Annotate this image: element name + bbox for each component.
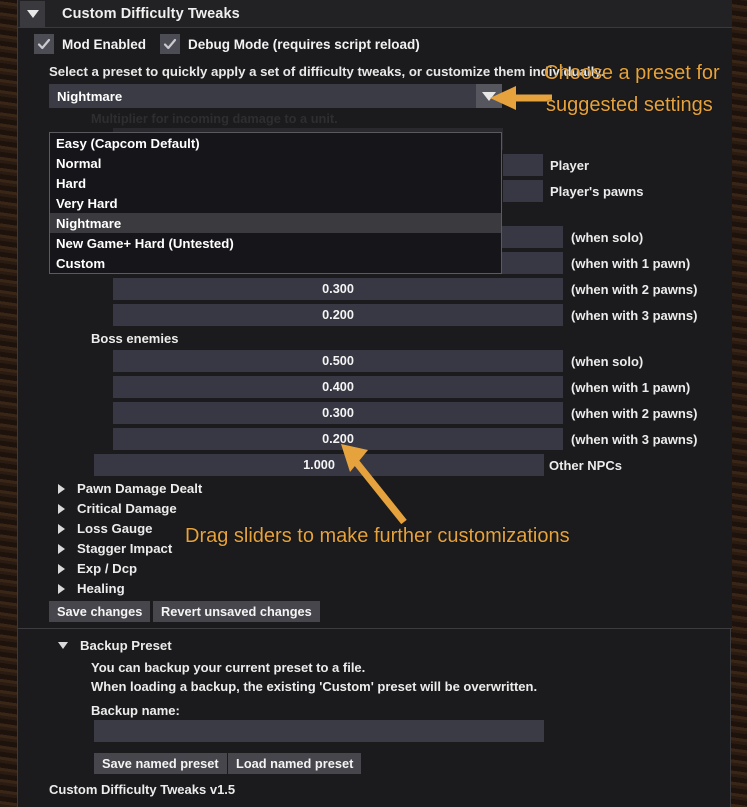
- check-icon: [163, 37, 177, 51]
- save-named-preset-button[interactable]: Save named preset: [94, 753, 227, 774]
- normal-enemy-3pawns-label: (when with 3 pawns): [571, 308, 697, 323]
- version-text: Custom Difficulty Tweaks v1.5: [49, 782, 235, 797]
- triangle-right-icon: [58, 524, 65, 534]
- boss-enemy-2pawns-slider[interactable]: 0.300: [113, 402, 563, 424]
- preset-option-new-game-plus-hard[interactable]: New Game+ Hard (Untested): [50, 233, 501, 253]
- preset-option-easy[interactable]: Easy (Capcom Default): [50, 133, 501, 153]
- triangle-right-icon: [58, 504, 65, 514]
- preset-option-normal[interactable]: Normal: [50, 153, 501, 173]
- preset-option-very-hard[interactable]: Very Hard: [50, 193, 501, 213]
- section-critical-damage[interactable]: Critical Damage: [58, 501, 177, 516]
- preset-annotation-line-1: Choose a preset for: [544, 62, 720, 85]
- damage-taken-player-slider-tail[interactable]: [503, 154, 543, 176]
- normal-enemy-2pawns-label: (when with 2 pawns): [571, 282, 697, 297]
- boss-enemy-solo-slider[interactable]: 0.500: [113, 350, 563, 372]
- section-loss-gauge[interactable]: Loss Gauge: [58, 521, 152, 536]
- chevron-down-icon: [482, 92, 496, 101]
- mod-config-panel: Custom Difficulty Tweaks Mod Enabled Deb…: [17, 0, 731, 807]
- boss-enemy-3pawns-label: (when with 3 pawns): [571, 432, 697, 447]
- normal-enemy-2pawns-slider[interactable]: 0.300: [113, 278, 563, 300]
- mod-enabled-checkbox[interactable]: [34, 34, 54, 54]
- boss-enemy-2pawns-label: (when with 2 pawns): [571, 406, 697, 421]
- revert-changes-button[interactable]: Revert unsaved changes: [153, 601, 320, 622]
- other-npcs-slider[interactable]: 1.000: [94, 454, 544, 476]
- section-label: Pawn Damage Dealt: [77, 481, 202, 496]
- page-title: Custom Difficulty Tweaks: [62, 6, 240, 22]
- load-named-preset-button[interactable]: Load named preset: [228, 753, 361, 774]
- preset-annotation-line-2: suggested settings: [546, 94, 713, 117]
- normal-enemy-solo-label: (when solo): [571, 230, 643, 245]
- preset-dropdown-list: Easy (Capcom Default) Normal Hard Very H…: [49, 132, 502, 274]
- triangle-down-icon: [27, 10, 39, 18]
- normal-enemy-1pawn-label: (when with 1 pawn): [571, 256, 690, 271]
- preset-instruction-text: Select a preset to quickly apply a set o…: [49, 64, 604, 79]
- preset-dropdown-toggle[interactable]: [476, 84, 502, 108]
- backup-name-field-label: Backup name:: [91, 703, 180, 718]
- panel-collapse-button[interactable]: [20, 1, 45, 27]
- boss-enemy-3pawns-slider[interactable]: 0.200: [113, 428, 563, 450]
- damage-taken-description: Multiplier for incoming damage to a unit…: [91, 111, 338, 126]
- slider-annotation-text: Drag sliders to make further customizati…: [185, 525, 570, 548]
- boss-enemies-group-label: Boss enemies: [91, 331, 178, 346]
- triangle-right-icon: [58, 564, 65, 574]
- save-changes-button[interactable]: Save changes: [49, 601, 150, 622]
- triangle-down-icon: [58, 642, 68, 649]
- section-stagger-impact[interactable]: Stagger Impact: [58, 541, 172, 556]
- mod-enabled-label: Mod Enabled: [62, 37, 146, 52]
- damage-taken-pawns-slider[interactable]: [503, 180, 543, 202]
- normal-enemy-3pawns-slider[interactable]: 0.200: [113, 304, 563, 326]
- preset-dropdown[interactable]: Nightmare: [49, 84, 502, 108]
- backup-preset-label: Backup Preset: [80, 638, 172, 653]
- section-label: Stagger Impact: [77, 541, 172, 556]
- debug-mode-checkbox[interactable]: [160, 34, 180, 54]
- check-icon: [37, 37, 51, 51]
- backup-preset-header[interactable]: Backup Preset: [58, 638, 172, 653]
- toggles-row: Mod Enabled Debug Mode (requires script …: [34, 34, 434, 54]
- backup-name-input[interactable]: [94, 720, 544, 742]
- section-healing[interactable]: Healing: [58, 581, 125, 596]
- section-label: Healing: [77, 581, 125, 596]
- debug-mode-label: Debug Mode (requires script reload): [188, 37, 420, 52]
- triangle-right-icon: [58, 544, 65, 554]
- triangle-right-icon: [58, 584, 65, 594]
- preset-dropdown-value: Nightmare: [57, 89, 122, 104]
- backup-info-line-2: When loading a backup, the existing 'Cus…: [91, 679, 537, 694]
- boss-enemy-1pawn-slider[interactable]: 0.400: [113, 376, 563, 398]
- preset-option-hard[interactable]: Hard: [50, 173, 501, 193]
- section-label: Critical Damage: [77, 501, 177, 516]
- boss-enemy-solo-label: (when solo): [571, 354, 643, 369]
- preset-option-nightmare[interactable]: Nightmare: [50, 213, 501, 233]
- screen-root: Custom Difficulty Tweaks Mod Enabled Deb…: [0, 0, 747, 807]
- other-npcs-label: Other NPCs: [549, 458, 622, 473]
- backup-info-line-1: You can backup your current preset to a …: [91, 660, 365, 675]
- triangle-right-icon: [58, 484, 65, 494]
- damage-taken-pawns-label: Player's pawns: [550, 184, 643, 199]
- panel-titlebar: Custom Difficulty Tweaks: [18, 0, 732, 28]
- section-exp-dcp[interactable]: Exp / Dcp: [58, 561, 137, 576]
- section-label: Loss Gauge: [77, 521, 152, 536]
- damage-taken-player-label: Player: [550, 158, 589, 173]
- section-divider: [18, 628, 732, 629]
- section-pawn-damage-dealt[interactable]: Pawn Damage Dealt: [58, 481, 202, 496]
- boss-enemy-1pawn-label: (when with 1 pawn): [571, 380, 690, 395]
- preset-option-custom[interactable]: Custom: [50, 253, 501, 273]
- section-label: Exp / Dcp: [77, 561, 137, 576]
